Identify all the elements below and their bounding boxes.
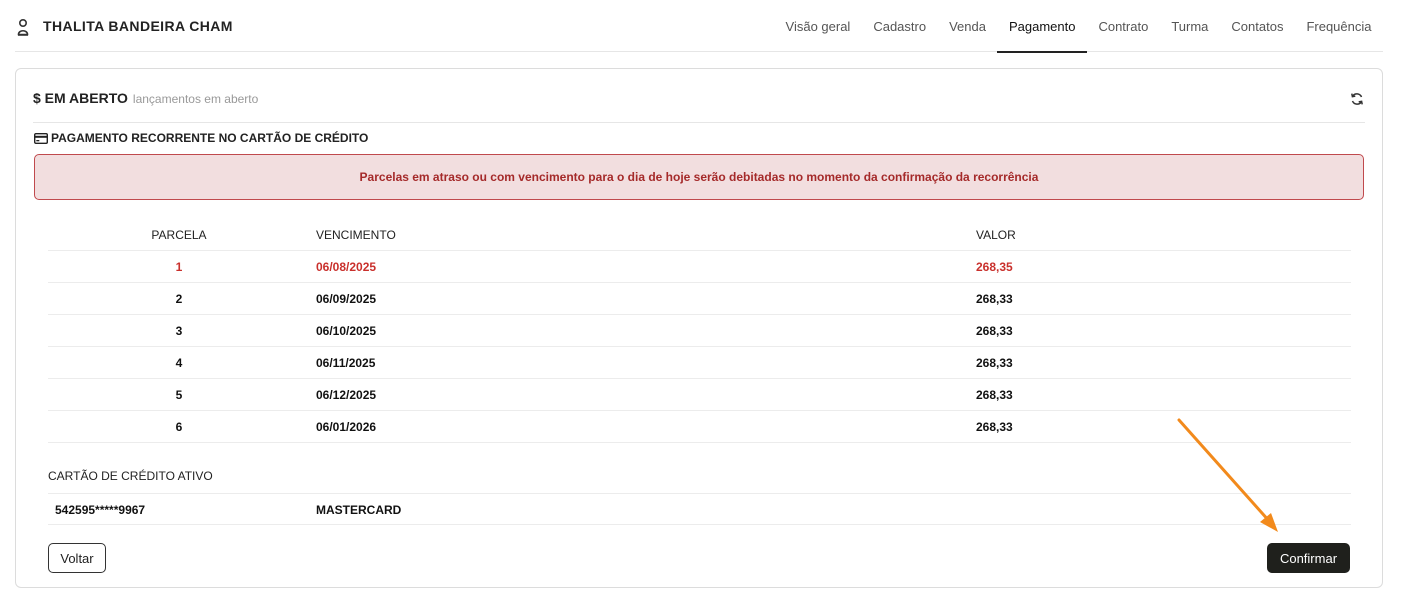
table-row: 4 06/11/2025 268,33 [48,347,1351,379]
installment-due-date: 06/09/2025 [316,292,377,306]
top-bar: THALITA BANDEIRA CHAM Visão geral Cadast… [15,0,1383,53]
card-brand: MASTERCARD [316,503,402,517]
table-row: 5 06/12/2025 268,33 [48,379,1351,411]
tab-cadastro[interactable]: Cadastro [862,0,938,52]
tab-frequencia[interactable]: Frequência [1295,0,1383,52]
card-title: $ EM ABERTO [33,90,128,106]
installment-number: 2 [175,292,183,306]
column-header-parcela: PARCELA [151,228,207,242]
section-title-text: PAGAMENTO RECORRENTE NO CARTÃO DE CRÉDIT… [51,131,369,145]
installment-number: 5 [175,388,183,402]
nav-tabs: Visão geral Cadastro Venda Pagamento Con… [774,0,1383,53]
installment-due-date: 06/01/2026 [316,420,377,434]
card-header: $ EM ABERTO lançamentos em aberto [33,90,258,106]
installment-due-date: 06/10/2025 [316,324,377,338]
installment-amount: 268,35 [976,260,1013,274]
open-payments-card: $ EM ABERTO lançamentos em aberto PAGAME… [15,68,1383,588]
table-row: 1 06/08/2025 268,35 [48,251,1351,283]
tab-venda[interactable]: Venda [938,0,998,52]
installment-number: 3 [175,324,183,338]
tab-turma[interactable]: Turma [1160,0,1220,52]
user-icon [17,18,29,36]
column-header-valor: VALOR [976,228,1016,242]
tab-visao-geral[interactable]: Visão geral [774,0,862,52]
installment-number: 1 [175,260,183,274]
installments-table: PARCELA VENCIMENTO VALOR 1 06/08/2025 26… [48,219,1351,443]
installment-amount: 268,33 [976,356,1013,370]
alert-text: Parcelas em atraso ou com vencimento par… [359,170,1039,184]
column-header-vencimento: VENCIMENTO [316,228,396,242]
section-title: PAGAMENTO RECORRENTE NO CARTÃO DE CRÉDIT… [34,131,368,145]
installment-amount: 268,33 [976,420,1013,434]
table-header: PARCELA VENCIMENTO VALOR [48,219,1351,251]
active-card-row: 542595*****9967 MASTERCARD [48,493,1351,525]
back-button[interactable]: Voltar [48,543,106,573]
installment-due-date: 06/08/2025 [316,260,377,274]
card-number: 542595*****9967 [55,503,146,517]
table-row: 3 06/10/2025 268,33 [48,315,1351,347]
card-subtitle: lançamentos em aberto [132,92,259,106]
installment-amount: 268,33 [976,292,1013,306]
tab-contrato[interactable]: Contrato [1087,0,1160,52]
student-name: THALITA BANDEIRA CHAM [43,18,233,34]
refresh-icon[interactable] [1350,92,1364,106]
installment-amount: 268,33 [976,324,1013,338]
installment-number: 4 [175,356,183,370]
installment-number: 6 [175,420,183,434]
credit-card-icon [34,132,48,144]
active-card-label: CARTÃO DE CRÉDITO ATIVO [48,469,213,483]
confirm-button[interactable]: Confirmar [1267,543,1350,573]
recurrence-alert: Parcelas em atraso ou com vencimento par… [34,154,1364,200]
installment-due-date: 06/12/2025 [316,388,377,402]
installment-due-date: 06/11/2025 [316,356,376,370]
installment-amount: 268,33 [976,388,1013,402]
tab-contatos[interactable]: Contatos [1220,0,1295,52]
table-row: 6 06/01/2026 268,33 [48,411,1351,443]
table-row: 2 06/09/2025 268,33 [48,283,1351,315]
header-divider [33,122,1365,123]
tab-pagamento[interactable]: Pagamento [997,0,1087,53]
